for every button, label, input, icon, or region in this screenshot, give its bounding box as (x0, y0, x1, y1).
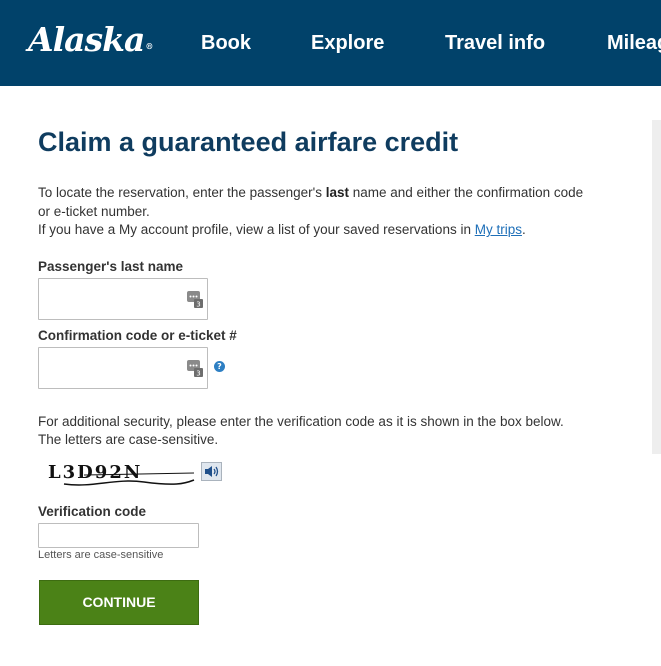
intro-text: To locate the reservation, enter the pas… (38, 184, 598, 240)
captcha-image: L3D92N (44, 458, 196, 490)
alaska-logo[interactable]: Alaska® (28, 20, 153, 59)
confirmation-code-input[interactable] (38, 347, 208, 389)
virtual-keyboard-icon[interactable]: 3 (187, 290, 203, 308)
intro-line1-bold: last (325, 185, 350, 200)
nav-item-travel-info[interactable]: Travel info (445, 32, 545, 55)
verification-code-input[interactable] (38, 523, 199, 548)
logo-registered-mark: ® (145, 41, 153, 51)
intro-line1-pre: To locate the reservation, enter the pas… (38, 185, 326, 200)
top-navigation-bar: Alaska® Book Explore Travel info Mileage… (0, 0, 661, 86)
nav-item-book[interactable]: Book (201, 32, 251, 55)
svg-text:3: 3 (196, 370, 200, 378)
verification-label: Verification code (38, 504, 147, 519)
nav-item-explore[interactable]: Explore (311, 32, 384, 55)
security-note: For additional security, please enter th… (38, 414, 564, 447)
intro-line2-post: . (521, 222, 526, 237)
page-title: Claim a guaranteed airfare credit (38, 127, 459, 157)
captcha-noise-line (63, 472, 195, 486)
speaker-icon (205, 466, 219, 477)
logo-text: Alaska (28, 20, 145, 59)
confirmation-label: Confirmation code or e-ticket # (38, 328, 237, 343)
audio-captcha-button[interactable] (201, 462, 222, 481)
right-sidebar-panel (652, 120, 661, 454)
last-name-input[interactable] (38, 278, 208, 320)
nav-item-mileage-plan[interactable]: Mileage Plan (607, 32, 661, 55)
continue-button[interactable]: CONTINUE (39, 580, 199, 625)
last-name-label: Passenger's last name (38, 259, 184, 274)
intro-line2-pre: If you have a My account profile, view a… (38, 222, 475, 237)
case-sensitive-hint: Letters are case-sensitive (38, 549, 164, 561)
virtual-keyboard-icon[interactable]: 3 (187, 359, 203, 377)
help-icon[interactable]: ? (214, 361, 225, 372)
svg-text:3: 3 (196, 301, 200, 309)
my-trips-link[interactable]: My trips (475, 222, 522, 237)
